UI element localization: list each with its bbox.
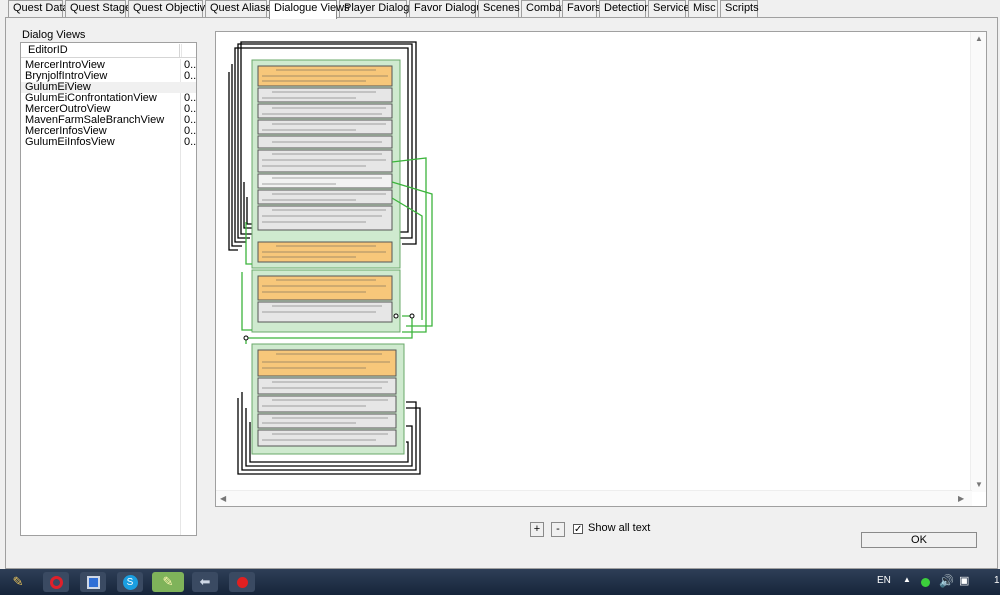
tab-scripts[interactable]: Scripts [720,0,759,17]
list-item-name: GulumEiInfosView [25,136,115,148]
record-icon[interactable] [229,572,255,592]
arrow-icon[interactable]: ⬅ [192,572,218,592]
network-green-icon[interactable] [917,572,933,592]
tab-favor-dialogue[interactable]: Favor Dialogue [409,0,489,17]
tab-quest-stages[interactable]: Quest Stages [65,0,137,17]
tab-quest-data[interactable]: Quest Data [8,0,69,17]
scroll-up-arrow-icon[interactable]: ▲ [975,34,983,43]
zoom-out-button[interactable]: - [551,522,565,537]
flag-icon[interactable]: ▣ [959,574,969,587]
link-handle[interactable] [409,313,415,319]
link-handle[interactable] [393,313,399,319]
tab-combat[interactable]: Combat [521,0,565,17]
tab-detection[interactable]: Detection [599,0,650,17]
list-item-value: 0... [184,136,197,148]
value-column-header[interactable] [181,44,196,57]
dialogue-graph [228,41,433,475]
feather-active-icon[interactable]: ✎ [152,572,184,592]
link-handle[interactable] [243,335,249,341]
canvas-horizontal-scrollbar[interactable]: ◀ ▶ [216,490,972,506]
tab-misc[interactable]: Misc [688,0,718,17]
clock[interactable]: 1 [994,575,1000,586]
list-item-value: 0... [184,70,197,82]
canvas-vertical-scrollbar[interactable]: ▲ ▼ [970,32,986,492]
tab-quest-aliases[interactable]: Quest Aliases [205,0,277,17]
skype-icon[interactable]: S [117,572,143,592]
dialog-views-label: Dialog Views [22,29,86,41]
dialog-views-list[interactable]: EditorID MercerIntroView 0... BrynjolfIn… [20,42,197,536]
taskbar: ✎ S ✎ ⬅ EN ▲ 🔊 ▣ 1 [0,569,1000,595]
feather-icon[interactable]: ✎ [5,572,31,592]
tab-bar: Quest Data Quest Stages Quest Objectives… [0,0,1000,19]
list-header: EditorID [21,43,196,58]
dialogue-graph-canvas[interactable]: ▲ ▼ ◀ ▶ [215,31,987,507]
show-all-text-checkbox[interactable]: ✓ [573,524,583,535]
editorid-column-header[interactable]: EditorID [25,44,180,57]
language-indicator[interactable]: EN [877,575,891,586]
tab-favors[interactable]: Favors [562,0,601,17]
opera-icon[interactable] [43,572,69,592]
list-item[interactable]: GulumEiInfosView 0... [21,137,196,148]
scroll-down-arrow-icon[interactable]: ▼ [975,480,983,489]
save-icon[interactable] [80,572,106,592]
tab-quest-objectives[interactable]: Quest Objectives [128,0,217,17]
scroll-left-arrow-icon[interactable]: ◀ [220,494,226,503]
tab-dialogue-views[interactable]: Dialogue Views [269,0,350,19]
scroll-right-arrow-icon[interactable]: ▶ [958,494,964,503]
ok-button[interactable]: OK [861,532,977,548]
dialogue-nodes [257,65,397,447]
zoom-in-button[interactable]: + [530,522,544,537]
tab-scenes[interactable]: Scenes [478,0,520,17]
chevron-up-icon[interactable]: ▲ [903,575,911,584]
show-all-text-label: Show all text [588,522,651,534]
tab-service[interactable]: Service [648,0,690,17]
speaker-icon[interactable]: 🔊 [939,574,954,588]
